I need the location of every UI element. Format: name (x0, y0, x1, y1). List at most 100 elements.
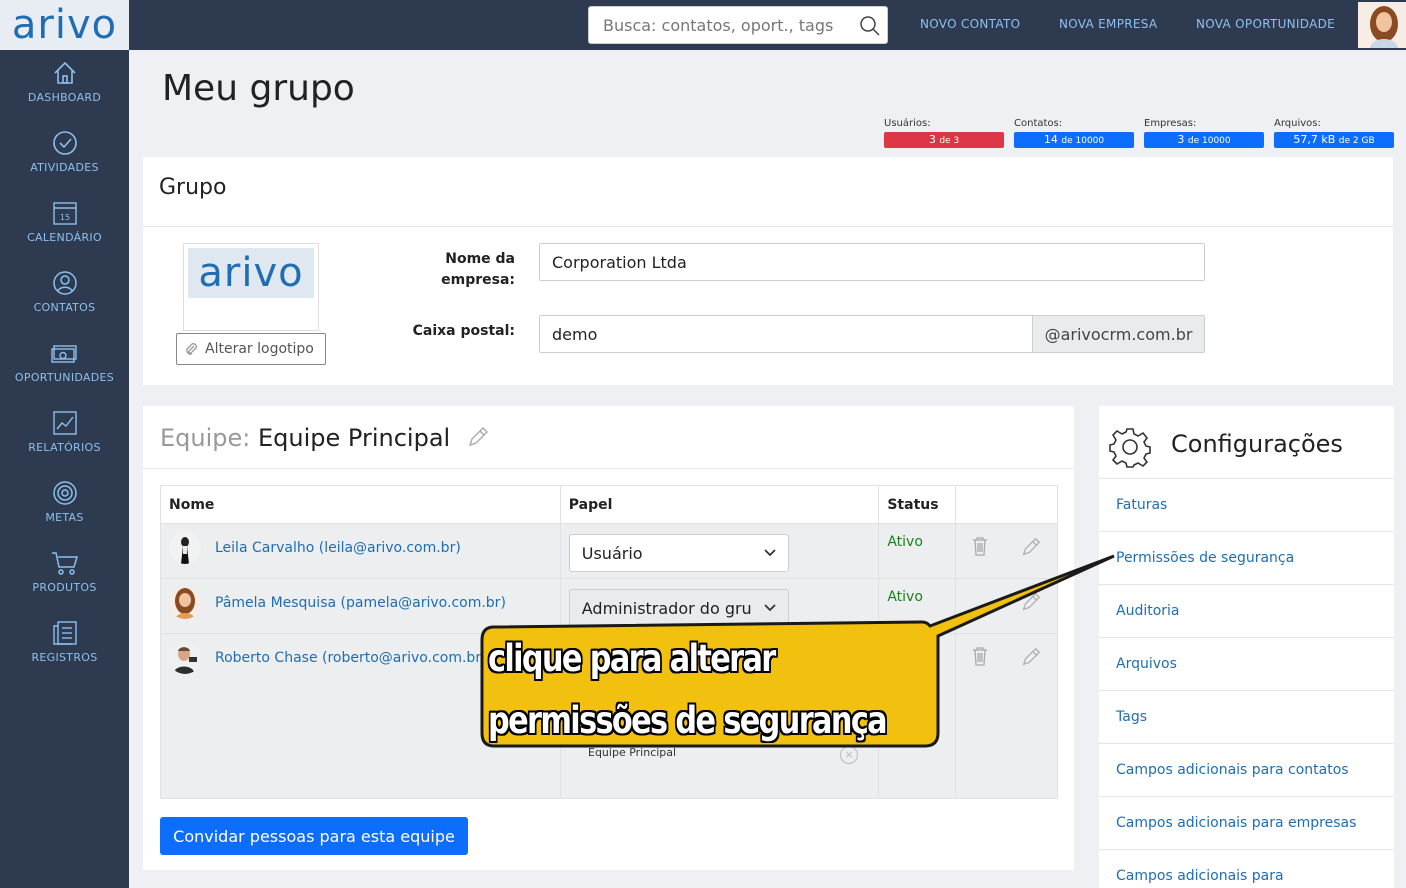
quota-bar: 3 de 3 (884, 132, 1004, 148)
sidebar-item-label: ATIVIDADES (30, 161, 99, 174)
quota-value: 3 (1177, 133, 1185, 146)
sidebar-item-label: OPORTUNIDADES (14, 371, 115, 384)
quota-contacts: Contatos: 14 de 10000 (1014, 118, 1134, 148)
sidebar-item-label: PRODUTOS (32, 581, 97, 594)
chevron-down-icon (764, 549, 776, 557)
search-box (588, 6, 888, 44)
quota-total: de 10000 (1061, 136, 1105, 146)
quota-label: Usuários: (884, 118, 931, 129)
column-header-name: Nome (160, 485, 561, 524)
table-row: Leila Carvalho (leila@arivo.com.br) Usuá… (160, 523, 1058, 579)
home-icon (53, 61, 76, 84)
quota-total: de 3 (939, 136, 960, 146)
records-icon (52, 621, 77, 645)
member-name-link[interactable]: Pâmela Mesquisa (pamela@arivo.com.br) (215, 595, 506, 611)
team-name: Equipe Principal (258, 424, 451, 452)
role-value: Usuário (581, 543, 643, 563)
change-logo-button[interactable]: Alterar logotipo (176, 333, 326, 365)
sidebar-item-label: METAS (45, 511, 84, 524)
sidebar-item-label: CONTATOS (33, 301, 96, 314)
sidebar-item-dashboard[interactable]: DASHBOARD (0, 60, 129, 130)
member-avatar (169, 642, 201, 674)
member-name-link[interactable]: Roberto Chase (roberto@arivo.com.br) (215, 650, 487, 666)
quota-companies: Empresas: 3 de 10000 (1144, 118, 1264, 148)
group-logo-text: arivo (198, 250, 304, 296)
cart-icon (51, 552, 78, 575)
person-icon (52, 271, 77, 295)
sidebar-item-label: REGISTROS (31, 651, 98, 664)
settings-item-tags[interactable]: Tags (1099, 690, 1394, 743)
settings-item-auditoria[interactable]: Auditoria (1099, 584, 1394, 637)
role-select[interactable]: Usuário (568, 534, 789, 572)
member-avatar (169, 587, 201, 619)
sidebar-item-metas[interactable]: METAS (0, 480, 129, 550)
quota-value: 3 (928, 133, 936, 146)
column-header-actions (955, 485, 1058, 524)
settings-item-arquivos[interactable]: Arquivos (1099, 637, 1394, 690)
sidebar-item-calendario[interactable]: 15 CALENDÁRIO (0, 200, 129, 270)
chevron-down-icon (764, 604, 776, 612)
target-icon (52, 481, 77, 505)
svg-text:15: 15 (59, 213, 69, 222)
paperclip-icon (186, 343, 197, 355)
edit-team-icon[interactable] (466, 425, 490, 449)
calendar-icon: 15 (52, 202, 77, 225)
money-icon (50, 345, 77, 363)
search-input[interactable] (589, 7, 844, 43)
new-company-link[interactable]: NOVA EMPRESA (1059, 17, 1157, 31)
change-logo-label: Alterar logotipo (205, 341, 314, 357)
member-name-link[interactable]: Leila Carvalho (leila@arivo.com.br) (215, 540, 461, 556)
edit-icon[interactable] (1020, 646, 1042, 668)
quota-value: 57,7 kB (1293, 133, 1336, 146)
sidebar: arivo DASHBOARD ATIVIDADES 15 CALENDÁRIO… (0, 0, 129, 888)
column-header-status: Status (878, 485, 957, 524)
settings-panel: Configurações Faturas Permissões de segu… (1099, 406, 1394, 888)
company-name-label-line: empresa: (441, 272, 515, 288)
group-panel: Grupo arivo Alterar logotipo Nome da emp… (143, 157, 1393, 385)
company-name-label-line: Nome da (445, 251, 515, 267)
check-circle-icon (52, 131, 77, 155)
app-logo[interactable]: arivo (0, 0, 129, 50)
team-title: Equipe: Equipe Principal (160, 424, 490, 452)
sidebar-item-produtos[interactable]: PRODUTOS (0, 550, 129, 620)
search-icon[interactable] (859, 15, 881, 37)
settings-item-security-permissions[interactable]: Permissões de segurança (1099, 531, 1394, 584)
settings-item-company-fields[interactable]: Campos adicionais para empresas (1099, 796, 1394, 849)
edit-icon[interactable] (1020, 591, 1042, 613)
settings-item-contact-fields[interactable]: Campos adicionais para contatos (1099, 743, 1394, 796)
mailbox-label: Caixa postal: (412, 323, 515, 339)
team-prefix: Equipe: (160, 424, 251, 452)
member-avatar (169, 532, 201, 564)
sidebar-item-label: RELATÓRIOS (28, 441, 101, 454)
settings-title: Configurações (1171, 430, 1343, 458)
group-logo: arivo (183, 243, 319, 331)
edit-icon[interactable] (1020, 536, 1042, 558)
user-avatar[interactable] (1358, 2, 1406, 48)
invite-button[interactable]: Convidar pessoas para esta equipe (160, 817, 468, 855)
chart-icon (52, 411, 77, 435)
quota-bar: 3 de 10000 (1144, 132, 1264, 148)
quota-bar: 14 de 10000 (1014, 132, 1134, 148)
sidebar-item-label: CALENDÁRIO (27, 231, 102, 244)
status-badge: Ativo (887, 534, 923, 550)
trash-icon[interactable] (971, 536, 989, 556)
callout-line: permissões de segurança (488, 699, 888, 742)
company-name-label: Nome da empresa: (403, 249, 515, 291)
settings-item-more-fields[interactable]: Campos adicionais para (1099, 849, 1394, 888)
sidebar-item-registros[interactable]: REGISTROS (0, 620, 129, 690)
app-logo-text: arivo (11, 2, 118, 48)
sidebar-item-oportunidades[interactable]: OPORTUNIDADES (0, 340, 129, 410)
sidebar-item-relatorios[interactable]: RELATÓRIOS (0, 410, 129, 480)
sidebar-item-atividades[interactable]: ATIVIDADES (0, 130, 129, 200)
trash-icon[interactable] (971, 646, 989, 666)
new-contact-link[interactable]: NOVO CONTATO (920, 17, 1020, 31)
quota-value: 14 (1043, 133, 1058, 146)
sidebar-item-contatos[interactable]: CONTATOS (0, 270, 129, 340)
settings-item-faturas[interactable]: Faturas (1099, 478, 1394, 531)
new-opportunity-link[interactable]: NOVA OPORTUNIDADE (1196, 17, 1335, 31)
company-name-input[interactable]: Corporation Ltda (539, 243, 1205, 281)
mailbox-input[interactable]: demo (539, 315, 1033, 353)
role-select[interactable]: Administrador do gru (568, 589, 789, 627)
mailbox-domain: @arivocrm.com.br (1032, 315, 1205, 353)
quota-label: Contatos: (1014, 118, 1063, 129)
